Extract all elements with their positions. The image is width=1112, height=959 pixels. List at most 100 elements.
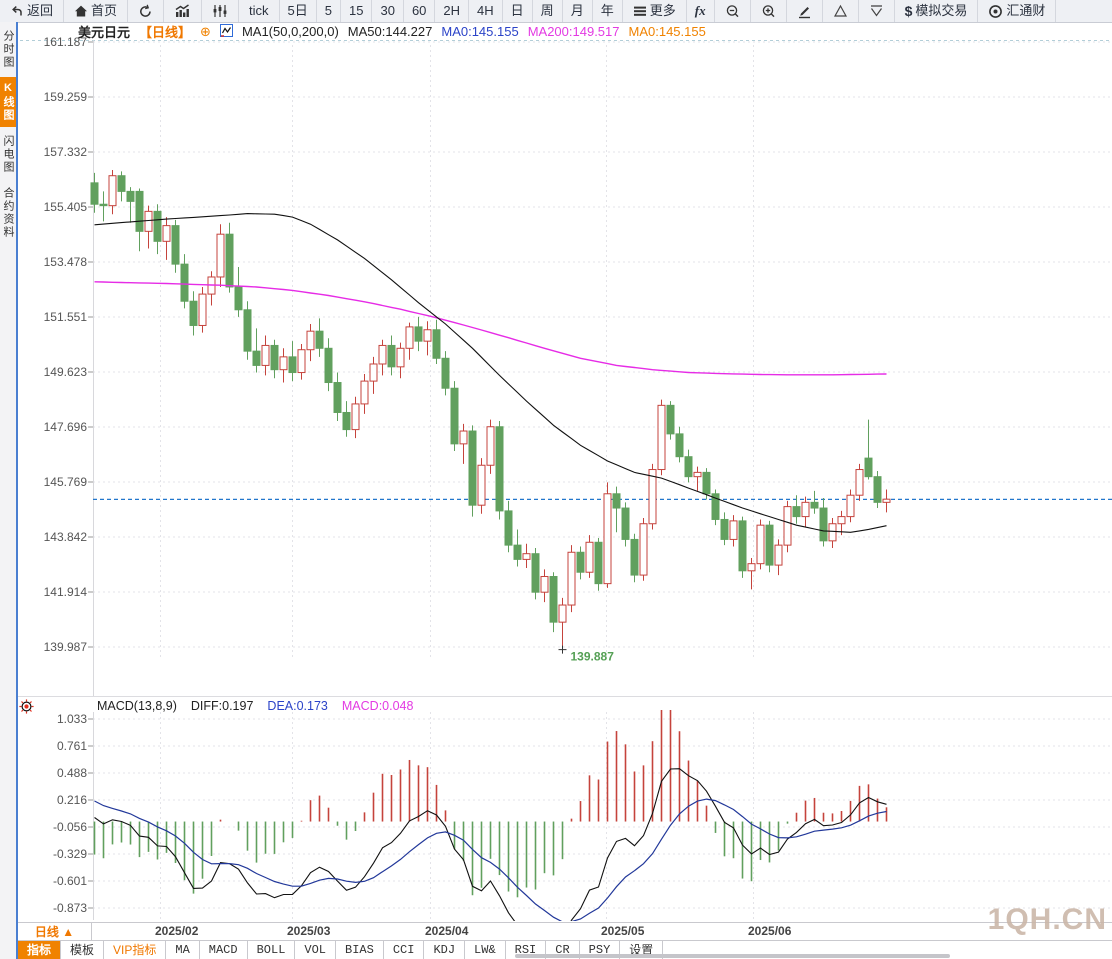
toolbar-refresh-icon[interactable] [128,0,165,22]
toolbar-m30-button[interactable]: 30 [372,0,404,22]
toolbar-m5-button[interactable]: 5 [317,0,341,22]
svg-text:153.478: 153.478 [44,255,88,269]
toolbar-home-button[interactable]: 首页 [64,0,129,22]
huitong-icon [988,4,1003,19]
svg-text:-0.329: -0.329 [53,847,87,861]
refresh-icon [138,4,153,19]
indicator-tab-boll[interactable]: BOLL [248,941,296,959]
indicator-tab-kdj[interactable]: KDJ [424,941,466,959]
svg-text:139.987: 139.987 [44,640,88,654]
svg-text:-0.601: -0.601 [53,874,87,888]
x-axis-label: 2025/02 [155,924,199,938]
toolbar-week-button[interactable]: 周 [533,0,563,22]
svg-text:139.887: 139.887 [571,650,615,664]
symbol-name: 美元日元 [78,25,131,40]
toolbar-arc-icon[interactable] [859,0,895,22]
toolbar-sim-trade-button[interactable]: $ 模拟交易 [895,0,979,22]
ma200-value: MA200:149.517 [527,24,620,39]
toolbar-5d-button[interactable]: 5日 [280,0,317,22]
svg-text:141.914: 141.914 [44,585,88,599]
toolbar-day-button[interactable]: 日 [503,0,533,22]
home-icon [74,4,88,18]
sidebar-item-contract-info[interactable]: 合约资料 [0,182,16,244]
indicator-tab-cci[interactable]: CCI [384,941,425,959]
toolbar-huitong-button[interactable]: 汇通财 [978,0,1057,22]
zoom-in-icon [761,4,776,19]
ma0-orange-value: MA0:145.155 [628,24,706,39]
x-axis-row: 日线 ▲ 2025/02 2025/03 2025/04 2025/05 2025/06 [0,922,1112,941]
sidebar-item-kline[interactable]: K线图 [0,77,16,127]
toolbar-m15-button[interactable]: 15 [341,0,373,22]
svg-text:149.623: 149.623 [44,365,88,379]
macd-header: MACD(13,8,9) DIFF:0.197 DEA:0.173 MACD:0… [97,699,413,713]
macd-diff-value: DIFF:0.197 [190,699,254,713]
svg-text:-0.873: -0.873 [53,901,87,915]
toolbar-triangle-icon[interactable] [823,0,859,22]
indicator-settings-icon[interactable] [19,699,34,719]
add-compare-icon[interactable]: ⊕ [200,24,211,40]
watermark: 1QH.CN [987,903,1107,936]
triangle-icon [833,4,848,18]
chart-header: 美元日元 【日线】 ⊕ MA1(50,0,200,0) MA50:144.227… [78,23,706,40]
svg-text:143.842: 143.842 [44,530,88,544]
toolbar-draw-icon[interactable] [787,0,823,22]
sidebar-item-time-share[interactable]: 分时图 [0,25,16,74]
svg-text:0.761: 0.761 [57,739,87,753]
draw-icon [797,4,812,19]
toolbar-fx-button[interactable]: fx [687,0,715,22]
toolbar-zoom-in-icon[interactable] [751,0,787,22]
indicator-tab-macd[interactable]: MACD [200,941,248,959]
svg-text:157.332: 157.332 [44,145,88,159]
period-selector-dropdown[interactable]: 日线 ▲ [18,923,92,941]
macd-dea-value: DEA:0.173 [267,699,328,713]
indicator-tab-vip指标[interactable]: VIP指标 [104,941,167,959]
indicator-tab-vol[interactable]: VOL [295,941,337,959]
horizontal-scrollbar[interactable] [515,954,950,958]
indicator-tab-模板[interactable]: 模板 [61,941,105,959]
svg-text:0.488: 0.488 [57,766,87,780]
toolbar-zoom-out-icon[interactable] [715,0,751,22]
toolbar-more-button[interactable]: 更多 [623,0,687,22]
toolbar-candlestick-icon[interactable] [202,0,240,22]
candlestick-chart[interactable]: 161.187159.259157.332155.405153.478151.5… [0,0,1112,959]
trading-app-window: 161.187 159.259 157.332 155.405 153.478 151.5… [0,0,1112,959]
indicator-tab-bias[interactable]: BIAS [336,941,384,959]
macd-macd-value: MACD:0.048 [341,699,414,713]
ma-settings-icon[interactable] [219,23,233,40]
top-toolbar: 返回 首页 tick 5日 5 15 30 60 2H 4H 日周月年更多 fx $ 模拟交易 汇通财 [0,0,1112,23]
svg-text:151.551: 151.551 [44,310,88,324]
x-axis-label: 2025/06 [748,924,792,938]
zoom-out-icon [725,4,740,19]
svg-text:0.216: 0.216 [57,793,87,807]
toolbar-year-button[interactable]: 年 [593,0,623,22]
toolbar-m60-button[interactable]: 60 [404,0,436,22]
toolbar-column-chart-icon[interactable] [164,0,203,22]
indicator-tab-ma[interactable]: MA [166,941,200,959]
macd-params-label: MACD(13,8,9) [97,699,177,713]
candlestick-icon [212,4,228,18]
x-axis-label: 2025/04 [425,924,469,938]
svg-text:1.033: 1.033 [57,712,87,726]
ma50-value: MA50:144.227 [347,24,433,39]
more-icon [633,4,647,18]
toolbar-month-button[interactable]: 月 [563,0,593,22]
chart-type-sidebar: 分时图 K线图闪电图合约资料 [0,22,18,959]
svg-text:147.696: 147.696 [44,420,88,434]
x-axis-label: 2025/03 [287,924,331,938]
toolbar-tick-button[interactable]: tick [239,0,280,22]
indicator-tab-指标[interactable]: 指标 [18,941,62,959]
svg-text:145.769: 145.769 [44,475,88,489]
arc-icon [869,4,884,18]
candles [90,170,891,650]
toolbar-4h-button[interactable]: 4H [469,0,503,22]
column-chart-icon [174,4,191,18]
sidebar-item-lightning[interactable]: 闪电图 [0,130,16,179]
svg-text:-0.056: -0.056 [53,820,87,834]
toolbar-back-button[interactable]: 返回 [0,0,65,22]
svg-text:159.259: 159.259 [44,90,88,104]
period-tag: 【日线】 [139,25,192,40]
indicator-tab-lw&[interactable]: LW& [465,941,506,959]
toolbar-2h-button[interactable]: 2H [435,0,470,22]
ma0-blue-value: MA0:145.155 [441,24,519,39]
sim-trade-icon: $ [904,2,913,19]
